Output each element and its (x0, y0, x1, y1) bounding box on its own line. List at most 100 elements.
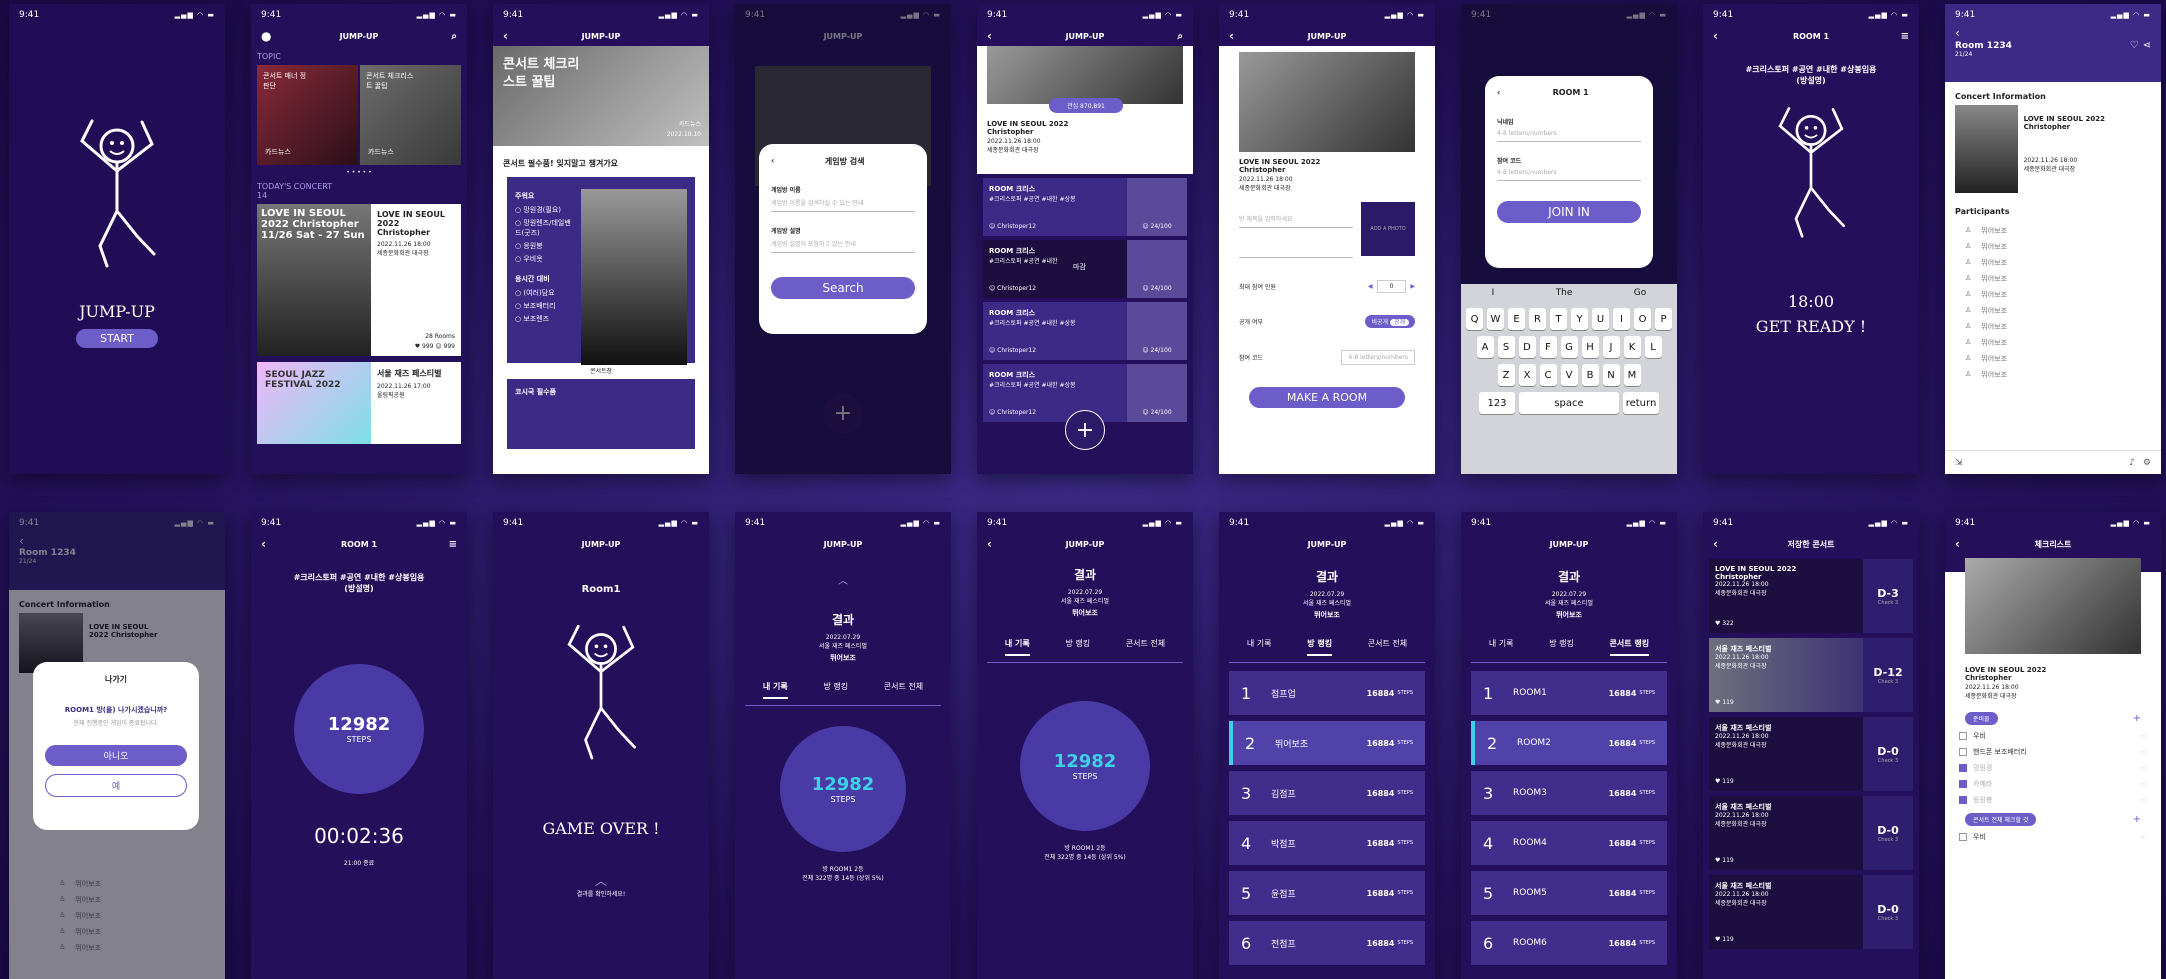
back-icon[interactable]: ‹ (1713, 537, 1718, 551)
nickname-input[interactable]: 4-8 letters/numbers (1497, 126, 1641, 142)
checklist-item[interactable]: ○ 보조렌즈 (515, 314, 575, 324)
back-icon[interactable]: ‹ (987, 29, 992, 43)
checklist-item[interactable]: ○ 망원경(필요) (515, 205, 575, 215)
back-icon[interactable]: ‹ (1955, 537, 1960, 551)
more-icon[interactable]: ⋯ (2140, 833, 2147, 841)
add-room-button[interactable]: + (823, 394, 863, 434)
public-option[interactable]: 공개 (1389, 319, 1409, 326)
menu-icon[interactable]: ≡ (449, 539, 457, 550)
key-a[interactable]: A (1476, 336, 1494, 358)
key-g[interactable]: G (1560, 336, 1578, 358)
visibility-toggle[interactable]: 비공개 공개 (1365, 315, 1415, 328)
concert-card[interactable]: SEOUL JAZZ FESTIVAL 2022 서울 재즈 페스티벌 2022… (257, 362, 461, 444)
key-w[interactable]: W (1487, 308, 1504, 330)
key-v[interactable]: V (1560, 364, 1578, 386)
key-p[interactable]: P (1655, 308, 1672, 330)
saved-concert-card[interactable]: 서울 재즈 페스티벌 2022.11.26 18:00 세종문화회관 대극장 ♥ 11… (1709, 717, 1913, 791)
key-j[interactable]: J (1602, 336, 1620, 358)
chevron-up-icon[interactable]: ︿ (735, 572, 951, 587)
key-r[interactable]: R (1529, 308, 1546, 330)
key-z[interactable]: Z (1497, 364, 1515, 386)
tab[interactable]: 콘서트 전체 (1126, 638, 1165, 656)
checklist-item[interactable]: ○ 보조배터리 (515, 301, 575, 311)
suggestion[interactable]: I (1492, 288, 1495, 298)
gear-icon[interactable]: ⚙ (2143, 458, 2151, 468)
return-key[interactable]: return (1623, 392, 1659, 414)
suggestion[interactable]: Go (1634, 288, 1646, 298)
back-icon[interactable]: ‹ (261, 537, 266, 551)
room-card[interactable]: ROOM 크리스 #크리스토퍼 #공연 #내한 ☺ Christoper12 마감 ☺ … (983, 240, 1187, 298)
key-k[interactable]: K (1623, 336, 1641, 358)
space-key[interactable]: space (1519, 392, 1619, 414)
key-t[interactable]: T (1550, 308, 1567, 330)
back-icon[interactable]: ‹ (503, 29, 508, 43)
saved-concert-card[interactable]: LOVE IN SEOUL 2022 Christopher 2022.11.26… (1709, 559, 1913, 633)
room-desc-input[interactable] (1239, 246, 1353, 258)
add-photo-button[interactable]: ADD A PHOTO (1361, 202, 1415, 256)
more-icon[interactable]: ⋯ (2140, 764, 2147, 772)
tab[interactable]: 내 기록 (762, 681, 788, 699)
key-s[interactable]: S (1497, 336, 1515, 358)
search-icon[interactable]: ⌕ (451, 31, 457, 42)
heart-icon[interactable]: ♡ (2130, 40, 2139, 51)
key-n[interactable]: N (1602, 364, 1620, 386)
tab[interactable]: 방 랭킹 (823, 681, 848, 699)
checklist-item[interactable]: 우비 ⋯ (1959, 832, 2147, 842)
add-room-button[interactable]: + (1065, 410, 1105, 450)
back-icon[interactable]: ‹ (1229, 29, 1234, 43)
more-icon[interactable]: ⋯ (2140, 796, 2147, 804)
saved-concert-card[interactable]: 서울 재즈 페스티벌 2022.11.26 18:00 세종문화회관 대극장 ♥ 11… (1709, 875, 1913, 949)
menu-icon[interactable]: ≡ (1901, 31, 1909, 42)
join-button[interactable]: JOIN IN (1497, 201, 1641, 223)
checkbox[interactable] (1959, 833, 1967, 841)
key-y[interactable]: Y (1571, 308, 1588, 330)
checklist-item[interactable]: ○ 응원봉 (515, 241, 575, 251)
search-icon[interactable]: ⌕ (1177, 31, 1183, 42)
room-card[interactable]: ROOM 크리스 #크리스토퍼 #공연 #내한 #상봉 ☺ Christoper12… (983, 302, 1187, 360)
key-o[interactable]: O (1634, 308, 1651, 330)
key-q[interactable]: Q (1466, 308, 1483, 330)
topic-card[interactable]: 콘서트 체크리스트 꿀팁 카드뉴스 (360, 65, 461, 165)
key-e[interactable]: E (1508, 308, 1525, 330)
more-icon[interactable]: ⋯ (2140, 780, 2147, 788)
key-b[interactable]: B (1581, 364, 1599, 386)
add-icon[interactable]: + (2133, 713, 2141, 724)
private-option[interactable]: 비공개 (1371, 319, 1388, 326)
make-room-button[interactable]: MAKE A ROOM (1249, 387, 1405, 408)
saved-concert-card[interactable]: 서울 재즈 페스티벌 2022.11.26 18:00 세종문화회관 대극장 ♥ 11… (1709, 638, 1913, 712)
back-icon[interactable]: ‹ (987, 537, 992, 551)
checklist-item[interactable]: 망원경 ⋯ (1959, 763, 2147, 773)
code-input[interactable]: 4-8 letters/numbers (1341, 350, 1415, 365)
checklist-item[interactable]: ○ 우비옷 (515, 254, 575, 264)
key-i[interactable]: I (1613, 308, 1630, 330)
room-name-input[interactable]: 방 제목을 입력하세요 (1239, 210, 1353, 228)
desc-input[interactable]: 게임방 설명이 포함하고 있는 안내 (771, 235, 915, 253)
search-button[interactable]: Search (771, 277, 915, 299)
more-icon[interactable]: ⋯ (2140, 732, 2147, 740)
no-button[interactable]: 아니오 (45, 745, 187, 766)
exit-icon[interactable]: ⇲ (1955, 458, 2129, 468)
checkbox[interactable] (1959, 732, 1967, 740)
likes-badge[interactable]: 관심 870,891 (1049, 98, 1123, 113)
tab[interactable]: 내 기록 (1004, 638, 1030, 656)
checkbox[interactable] (1959, 764, 1967, 772)
tab[interactable]: 내 기록 (1247, 638, 1272, 656)
bell-icon[interactable]: ♪ (2129, 458, 2135, 468)
tab[interactable]: 콘서트 전체 (884, 681, 923, 699)
name-input[interactable]: 게임방 이름을 검색하실 수 있는 안내 (771, 194, 915, 212)
code-input[interactable]: 4-8 letters/numbers (1497, 165, 1641, 181)
key-f[interactable]: F (1539, 336, 1557, 358)
key-u[interactable]: U (1592, 308, 1609, 330)
tab[interactable]: 콘서트 전체 (1368, 638, 1407, 656)
tab[interactable]: 방 랭킹 (1307, 638, 1333, 656)
key-l[interactable]: L (1644, 336, 1662, 358)
back-icon[interactable]: ‹ (1713, 29, 1718, 43)
start-button[interactable]: START (76, 329, 158, 348)
checkbox[interactable] (1959, 780, 1967, 788)
checklist-item[interactable]: 우비 ⋯ (1959, 731, 2147, 741)
checkbox[interactable] (1959, 796, 1967, 804)
checklist-item[interactable]: ○ (여러)담요 (515, 288, 575, 298)
back-icon[interactable]: ‹ (1955, 26, 2151, 40)
profile-icon[interactable]: ● (261, 29, 271, 43)
concert-card[interactable]: LOVE IN SEOUL 2022 Christopher 11/26 Sat… (257, 204, 461, 356)
